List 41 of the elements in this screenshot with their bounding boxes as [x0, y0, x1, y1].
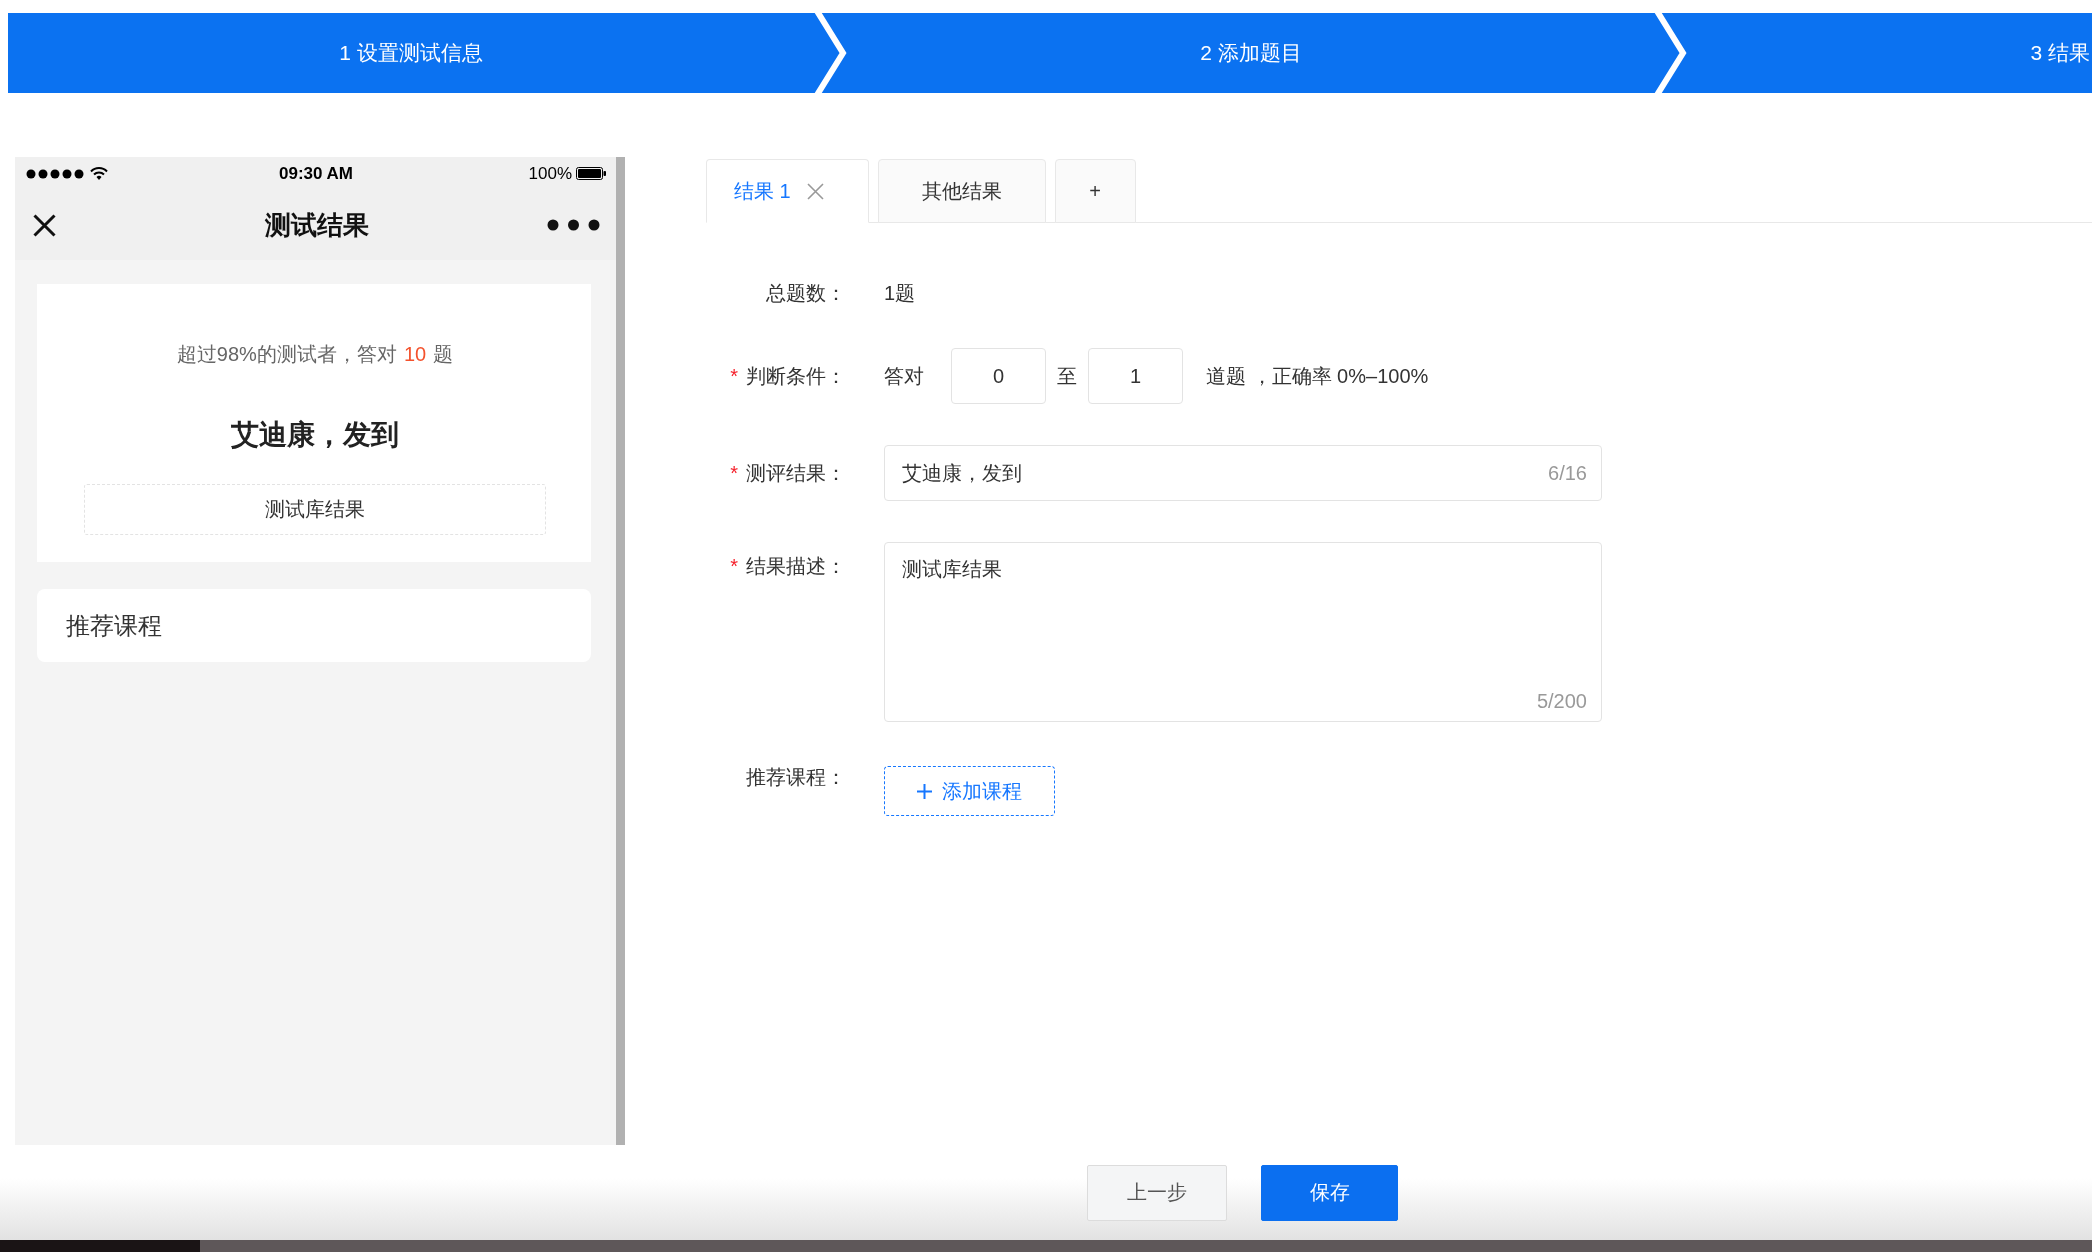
wifi-icon [90, 167, 108, 180]
scrollbar[interactable] [616, 157, 625, 1145]
chevron-icon [814, 13, 848, 93]
number-input[interactable]: 0 [951, 348, 1046, 404]
save-button[interactable]: 保存 [1261, 1164, 1398, 1221]
plus-icon [917, 783, 932, 799]
status-time: 09:30 AM [279, 163, 353, 184]
result-tab[interactable]: 其他结果 [877, 159, 1046, 223]
summary-text: 超过98%的测试者，答对 10 题 [176, 342, 454, 367]
required-mark: * [730, 554, 738, 579]
range-prefix: 答对 [884, 364, 924, 389]
back-button[interactable]: 上一步 [1087, 1164, 1227, 1221]
add-tab[interactable]: + [1054, 159, 1136, 223]
field-value: 1题 [884, 281, 916, 306]
signal-icon [26, 168, 84, 179]
more-icon[interactable] [547, 219, 600, 231]
field-label: 判断条件： [746, 364, 846, 389]
field-label: 总题数： [766, 281, 846, 306]
field-label: 测评结果： [746, 461, 846, 486]
close-icon[interactable] [33, 213, 56, 237]
battery-icon [576, 167, 606, 180]
field-label: 推荐课程： [746, 765, 846, 790]
result-description: 测试库结果 [84, 484, 546, 535]
add-course-button[interactable]: 添加课程 [884, 766, 1055, 816]
battery-percent: 100% [528, 163, 572, 184]
number-input[interactable]: 1 [1088, 348, 1183, 404]
recommend-card: 推荐课程 [37, 589, 591, 662]
char-counter: 6/16 [1548, 461, 1587, 486]
required-mark: * [730, 461, 738, 486]
chevron-icon [1654, 13, 1688, 93]
required-mark: * [730, 364, 738, 389]
phone-title: 测试结果 [264, 208, 369, 242]
step-label: 2 添加题目 [1200, 40, 1302, 66]
result-tab[interactable]: 结果 1 [706, 159, 869, 223]
field-label: 结果描述： [746, 554, 846, 579]
step-label: 1 设置测试信息 [339, 40, 483, 66]
range-suffix: 道题 ，正确率 0%–100% [1206, 364, 1429, 389]
result-title: 艾迪康，发到 [231, 418, 399, 452]
char-counter: 5/200 [1536, 689, 1587, 714]
step-label: 3 结果 [2030, 40, 2090, 66]
range-separator: 至 [1057, 364, 1077, 389]
